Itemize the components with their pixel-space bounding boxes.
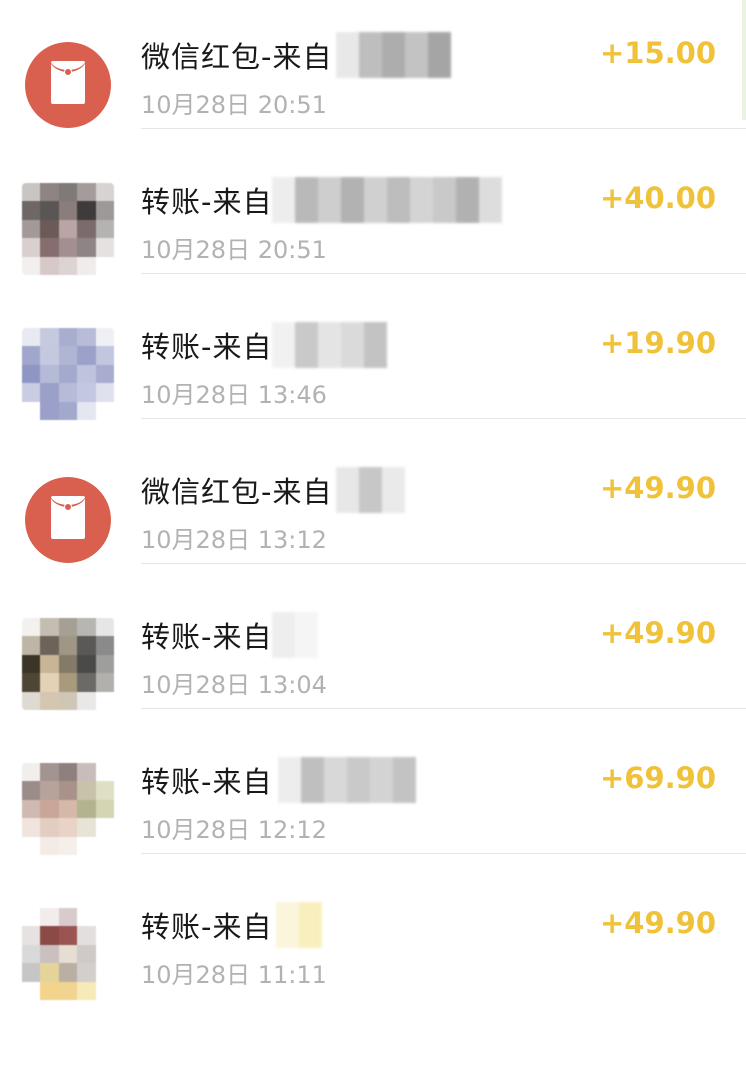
transaction-title: 微信红包-来自 xyxy=(141,40,333,74)
red-packet-icon xyxy=(25,42,111,128)
user-avatar xyxy=(22,763,114,855)
sender-name-blurred xyxy=(272,177,502,223)
transaction-date: 10月28日 20:51 xyxy=(141,236,327,264)
transaction-amount: +40.00 xyxy=(599,181,716,215)
user-avatar xyxy=(22,328,114,420)
user-avatar xyxy=(22,618,114,710)
transaction-row[interactable]: 转账-来自 10月28日 13:46 +19.90 xyxy=(0,322,746,487)
transaction-title: 转账-来自 xyxy=(141,910,273,944)
transaction-row[interactable]: 转账-来自 10月28日 11:11 +49.90 xyxy=(0,902,746,1067)
row-divider xyxy=(141,708,746,709)
transaction-date: 10月28日 13:12 xyxy=(141,526,327,554)
transaction-row[interactable]: 微信红包-来自 10月28日 20:51 +15.00 xyxy=(0,32,746,197)
transaction-title: 微信红包-来自 xyxy=(141,475,333,509)
sender-name-blurred xyxy=(278,757,416,803)
row-divider xyxy=(141,563,746,564)
transaction-date: 10月28日 20:51 xyxy=(141,91,327,119)
transaction-amount: +69.90 xyxy=(599,761,716,795)
transaction-row[interactable]: 微信红包-来自 10月28日 13:12 +49.90 xyxy=(0,467,746,632)
transaction-title: 转账-来自 xyxy=(141,185,273,219)
sender-name-blurred xyxy=(276,902,322,948)
transaction-row[interactable]: 转账-来自 10月28日 13:04 +49.90 xyxy=(0,612,746,777)
row-divider xyxy=(141,128,746,129)
transaction-date: 10月28日 11:11 xyxy=(141,961,327,989)
transaction-title: 转账-来自 xyxy=(141,330,273,364)
transaction-amount: +49.90 xyxy=(599,616,716,650)
user-avatar xyxy=(22,908,114,1000)
transaction-amount: +49.90 xyxy=(599,906,716,940)
transaction-date: 10月28日 13:46 xyxy=(141,381,327,409)
transaction-row[interactable]: 转账-来自 10月28日 12:12 +69.90 xyxy=(0,757,746,922)
sender-name-blurred xyxy=(336,467,405,513)
transaction-row[interactable]: 转账-来自 10月28日 20:51 +40.00 xyxy=(0,177,746,342)
row-divider xyxy=(141,418,746,419)
transaction-list: 微信红包-来自 10月28日 20:51 +15.00 转账-来自 10月28日… xyxy=(0,0,746,1000)
transaction-amount: +15.00 xyxy=(599,36,716,70)
transaction-title: 转账-来自 xyxy=(141,620,273,654)
sender-name-blurred xyxy=(272,612,318,658)
transaction-date: 10月28日 13:04 xyxy=(141,671,327,699)
transaction-amount: +49.90 xyxy=(599,471,716,505)
sender-name-blurred xyxy=(336,32,451,78)
user-avatar xyxy=(22,183,114,275)
transaction-date: 10月28日 12:12 xyxy=(141,816,327,844)
row-divider xyxy=(141,273,746,274)
sender-name-blurred xyxy=(272,322,387,368)
transaction-title: 转账-来自 xyxy=(141,765,273,799)
row-divider xyxy=(141,853,746,854)
transaction-amount: +19.90 xyxy=(599,326,716,360)
red-packet-icon xyxy=(25,477,111,563)
